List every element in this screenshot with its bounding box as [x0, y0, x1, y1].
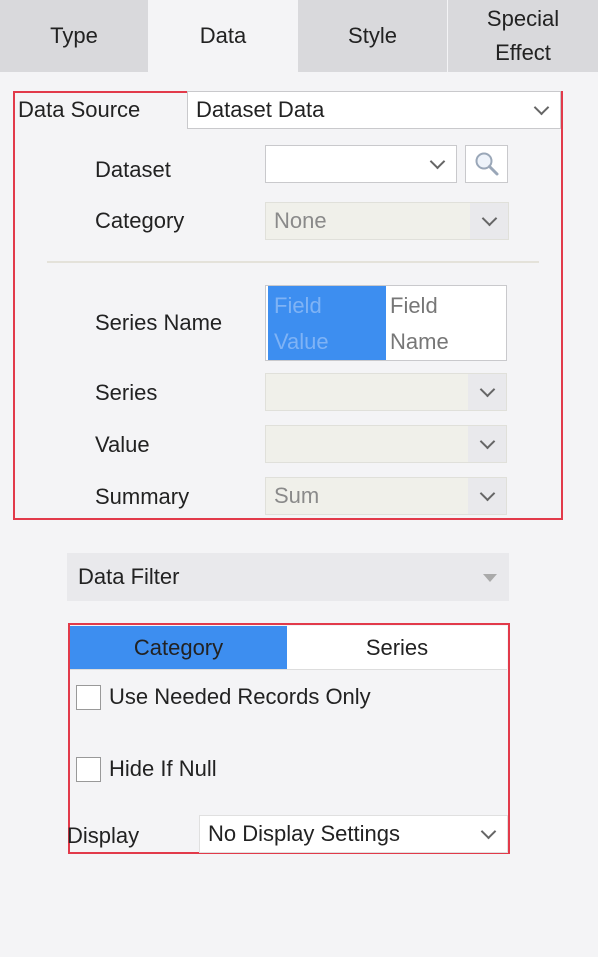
divider — [70, 669, 507, 670]
tab-style[interactable]: Style — [298, 0, 447, 72]
use-needed-records-checkbox[interactable] — [76, 685, 101, 710]
tab-special-effect[interactable]: Special Effect — [448, 0, 598, 72]
summary-label: Summary — [95, 484, 190, 509]
series-select[interactable] — [265, 373, 507, 411]
summary-select[interactable]: Sum — [265, 477, 507, 515]
tab-data[interactable]: Data — [149, 0, 297, 72]
tab-filter-series[interactable]: Series — [287, 626, 507, 669]
display-label: Display — [67, 823, 140, 848]
chevron-down-icon[interactable] — [468, 426, 506, 462]
chevron-down-icon[interactable] — [468, 478, 506, 514]
chevron-down-icon[interactable] — [468, 374, 506, 410]
series-name-option-field-name[interactable]: Field Name — [386, 286, 504, 360]
data-source-select[interactable]: Dataset Data — [187, 91, 561, 129]
data-source-value: Dataset Data — [196, 97, 325, 122]
value-select[interactable] — [265, 425, 507, 463]
data-source-label: Data Source — [18, 97, 141, 122]
data-filter-label: Data Filter — [78, 564, 180, 589]
value-label: Value — [95, 432, 150, 457]
dataset-label: Dataset — [95, 157, 171, 182]
dataset-search-button[interactable] — [465, 145, 508, 183]
series-name-option-field-value[interactable]: Field Value — [268, 286, 386, 360]
summary-value: Sum — [274, 483, 320, 508]
series-name-label: Series Name — [95, 310, 223, 335]
tab-filter-category[interactable]: Category — [70, 626, 287, 669]
tab-bar: Type Data Style Special Effect — [0, 0, 598, 72]
tab-type[interactable]: Type — [0, 0, 148, 72]
divider — [47, 261, 539, 263]
category-label: Category — [95, 208, 185, 233]
display-select[interactable]: No Display Settings — [199, 815, 508, 853]
chevron-down-icon[interactable] — [470, 203, 508, 239]
chevron-down-icon[interactable] — [522, 92, 560, 128]
chevron-down-icon[interactable] — [469, 816, 507, 852]
hide-if-null-label: Hide If Null — [109, 756, 217, 781]
dataset-select[interactable] — [265, 145, 457, 183]
data-filter-header[interactable]: Data Filter — [67, 553, 509, 601]
caret-down-icon — [483, 574, 497, 582]
series-label: Series — [95, 380, 158, 405]
search-icon — [475, 152, 498, 176]
series-name-toggle: Field Value Field Name — [265, 285, 507, 361]
use-needed-records-label: Use Needed Records Only — [109, 684, 371, 709]
category-select[interactable]: None — [265, 202, 509, 240]
hide-if-null-checkbox[interactable] — [76, 757, 101, 782]
display-value: No Display Settings — [208, 821, 400, 846]
category-value: None — [274, 208, 327, 233]
chevron-down-icon[interactable] — [418, 146, 456, 182]
